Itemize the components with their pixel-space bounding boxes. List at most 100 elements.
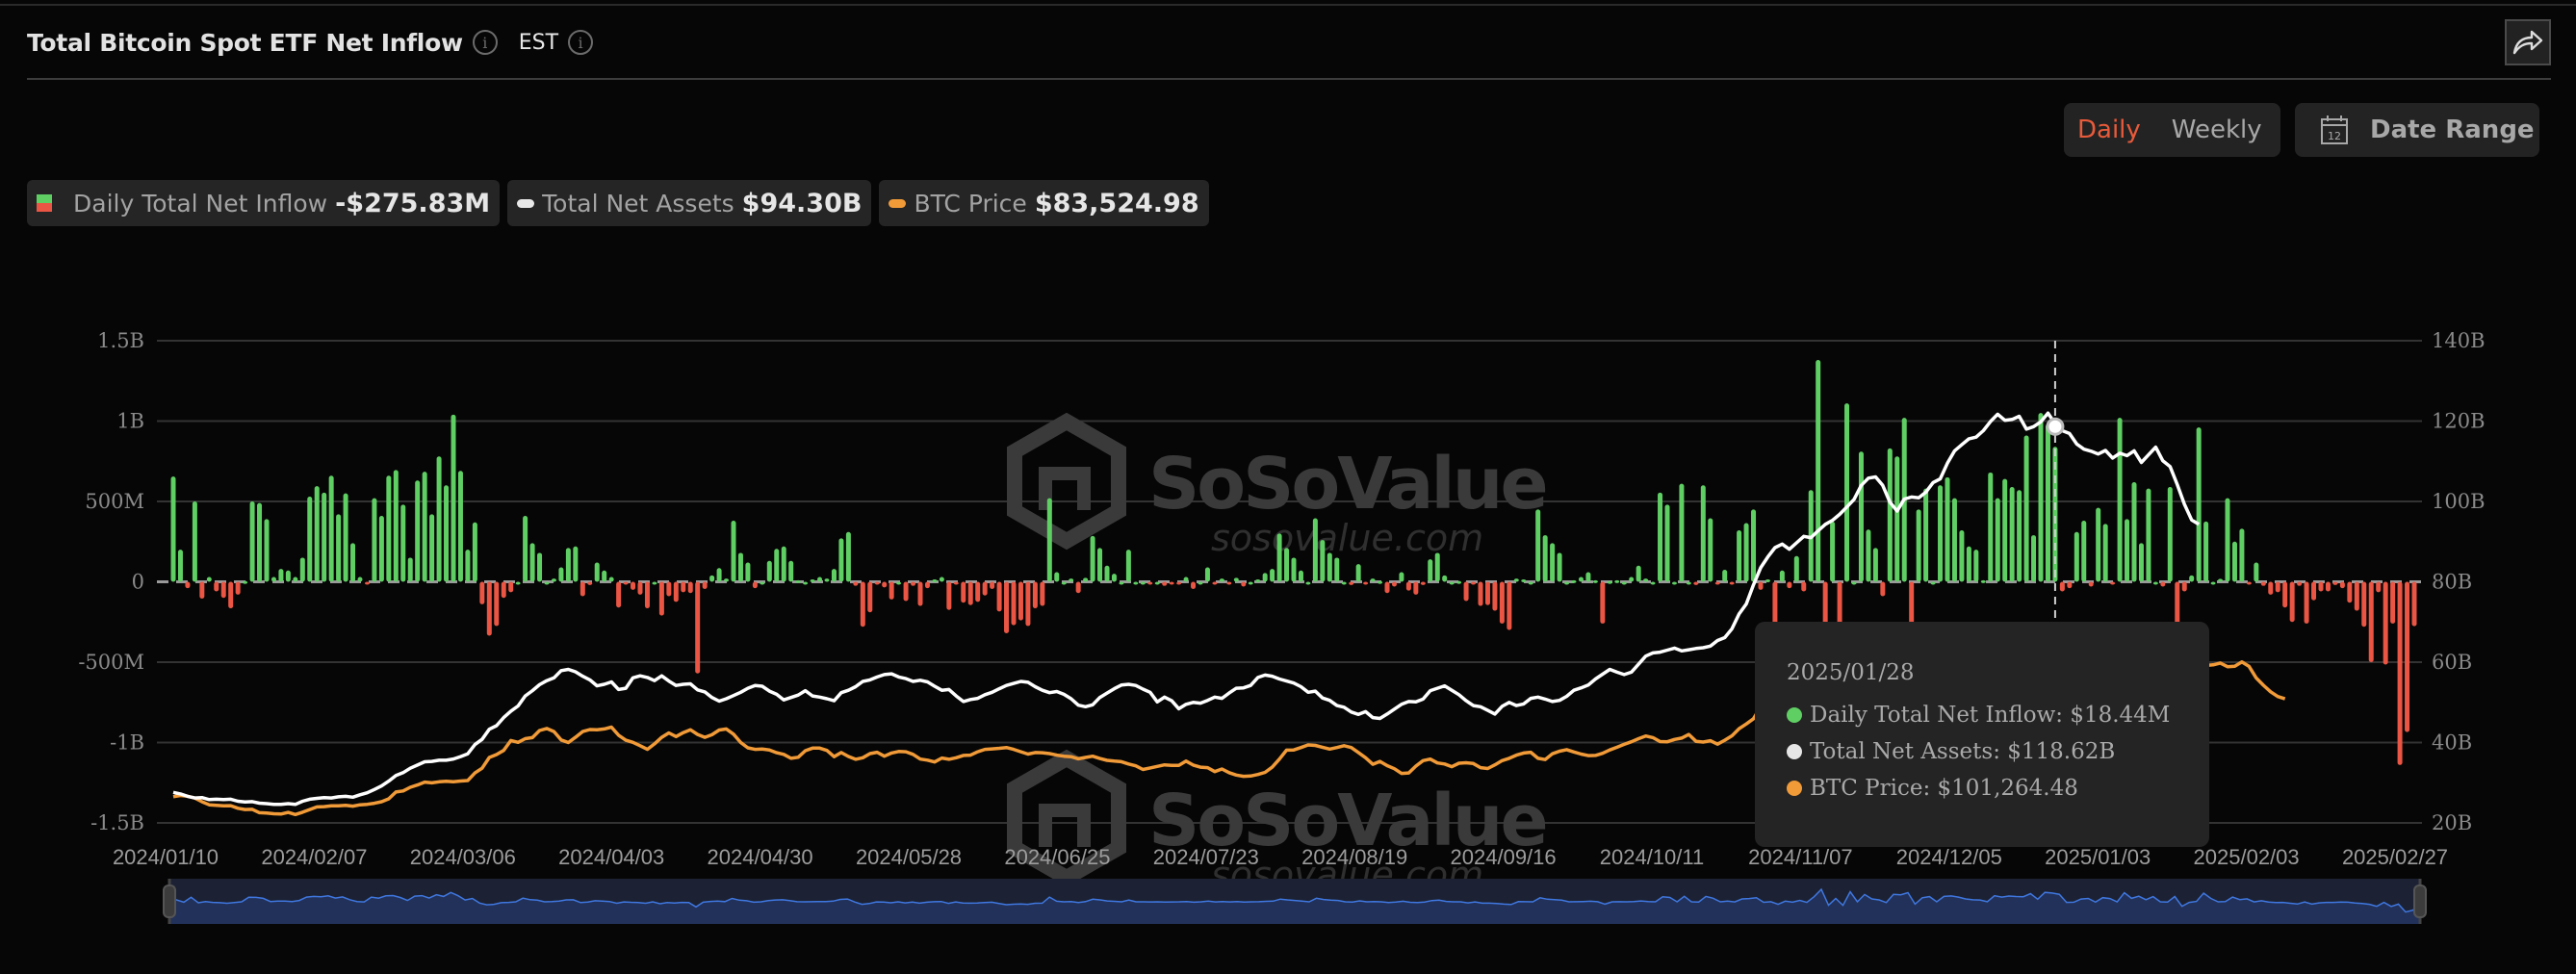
inflow-bar [2167, 486, 2173, 582]
inflow-bar [407, 557, 413, 582]
inflow-bar [911, 581, 916, 586]
inflow-bar [1787, 581, 1792, 589]
inflow-bar [2110, 581, 2116, 585]
inflow-bar [1456, 580, 1462, 584]
inflow-bar [2138, 543, 2144, 582]
x-tick-label: 2025/02/03 [2194, 845, 2300, 869]
inflow-bar [573, 546, 579, 582]
inflow-bar [788, 560, 794, 582]
inflow-bar [1075, 581, 1081, 594]
inflow-bar [170, 476, 176, 582]
inflow-bar [2383, 581, 2388, 665]
inflow-bar [1284, 548, 1290, 582]
inflow-bar [220, 581, 226, 599]
inflow-bar [537, 552, 543, 582]
inflow-bar [1966, 546, 1971, 582]
inflow-bar [2131, 481, 2137, 582]
inflow-bar [336, 514, 342, 582]
inflow-bar [278, 569, 284, 582]
inflow-bar [357, 577, 363, 582]
inflow-bar [2096, 507, 2101, 582]
minimap-handle-right[interactable] [2413, 879, 2427, 924]
inflow-bar [1887, 448, 1893, 582]
inflow-bar [1154, 581, 1160, 585]
inflow-bar [1650, 581, 1656, 585]
inflow-bar [1743, 523, 1749, 582]
inflow-bar [1233, 577, 1239, 582]
inflow-bar [1621, 581, 1627, 585]
inflow-bar [465, 550, 471, 582]
inflow-bar [1535, 509, 1541, 582]
inflow-bar [1693, 581, 1699, 585]
inflow-bar [673, 581, 679, 602]
inflow-bar [2304, 581, 2309, 624]
inflow-bar [1528, 581, 1533, 585]
x-tick-label: 2024/05/28 [856, 845, 962, 869]
inflow-bar [1018, 581, 1023, 621]
inflow-bar [2268, 581, 2274, 595]
inflow-bar [2017, 490, 2022, 582]
inflow-bar [874, 581, 880, 585]
minimap-scrollbar[interactable] [163, 879, 2427, 924]
x-tick-label: 2025/02/27 [2342, 845, 2448, 869]
inflow-bar [1428, 559, 1433, 582]
inflow-bar [285, 570, 291, 582]
inflow-bar [1320, 540, 1326, 582]
inflow-bar [1686, 581, 1691, 585]
inflow-bar [199, 581, 205, 600]
inflow-bar [681, 581, 686, 593]
inflow-bar [1341, 581, 1347, 585]
inflow-bar [982, 581, 988, 596]
inflow-bar [810, 578, 815, 582]
inflow-bar [2189, 575, 2195, 582]
inflow-bar [1162, 581, 1168, 586]
inflow-bar [1349, 581, 1354, 585]
inflow-bar [1923, 488, 1929, 582]
left-tick-label: 0 [132, 571, 144, 594]
inflow-bar [2102, 524, 2108, 582]
inflow-bar [1858, 451, 1864, 582]
inflow-bar [372, 498, 377, 582]
inflow-bar [415, 480, 421, 582]
inflow-bar [1413, 581, 1419, 595]
inflow-bar [1090, 535, 1095, 582]
inflow-bar [1305, 581, 1311, 585]
inflow-bar [228, 581, 234, 609]
inflow-bar [702, 581, 708, 590]
inflow-bar [2009, 486, 2015, 582]
inflow-bar [515, 581, 521, 585]
inflow-bar [2146, 488, 2151, 582]
inflow-bar [1844, 403, 1850, 582]
minimap-handle-left[interactable] [163, 879, 176, 924]
inflow-bar [2361, 581, 2367, 628]
inflow-bar [1729, 581, 1735, 585]
inflow-bar [1176, 581, 1182, 585]
inflow-bar [637, 581, 643, 595]
inflow-bar [1571, 579, 1577, 583]
inflow-bar [737, 552, 743, 582]
inflow-bar [544, 581, 550, 585]
x-tick-label: 2024/11/07 [1748, 845, 1852, 869]
inflow-bar [529, 543, 535, 582]
inflow-bar [1629, 577, 1635, 582]
inflow-bar [270, 577, 276, 582]
inflow-bar [1125, 550, 1131, 582]
inflow-bar [1671, 581, 1677, 585]
inflow-bar [1866, 529, 1871, 582]
right-tick-label: 100B [2432, 490, 2486, 513]
inflow-bar [1542, 535, 1548, 582]
tooltip-row-assets: Total Net Assets: $118.62B [1787, 739, 2209, 764]
watermark-hexagon-icon [1007, 412, 1126, 551]
inflow-bar [1513, 578, 1519, 582]
inflow-bar [1255, 578, 1261, 582]
x-tick-label: 2024/01/10 [113, 845, 219, 869]
inflow-bar [551, 578, 556, 582]
inflow-bar [817, 577, 823, 582]
inflow-bar [1140, 581, 1146, 585]
x-tick-label: 2024/04/03 [558, 845, 664, 869]
inflow-bar [486, 581, 492, 636]
inflow-bar [1484, 581, 1490, 605]
inflow-bar [760, 581, 765, 585]
inflow-bar [2196, 427, 2202, 582]
inflow-bar [2282, 581, 2288, 608]
